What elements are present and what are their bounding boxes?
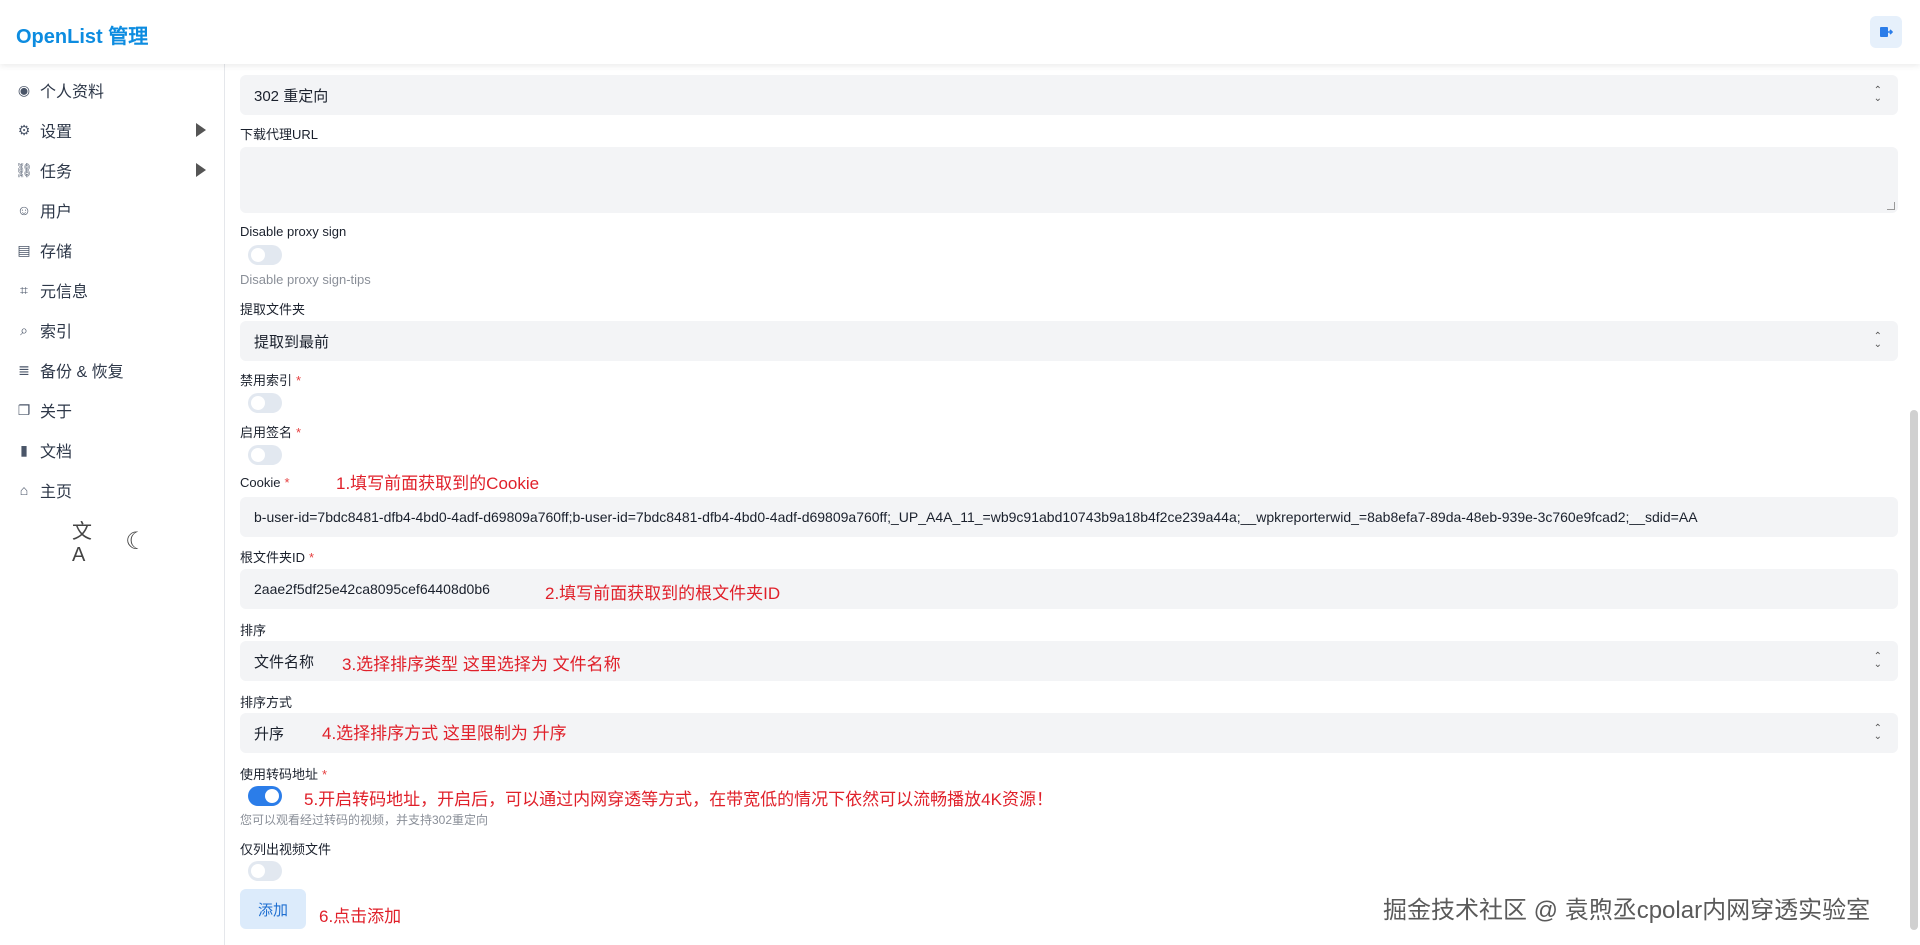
disable-index-toggle[interactable] [248, 393, 282, 413]
logout-icon [1880, 27, 1893, 37]
select-arrows-icon: ⌃ ⌄ [1873, 651, 1882, 670]
label-text: Cookie [240, 475, 281, 490]
disable-proxy-sign-label: Disable proxy sign [240, 224, 347, 239]
webdav-policy-select[interactable]: 302 重定向 ⌃ ⌄ [240, 75, 1898, 115]
sidebar: ◉ 个人资料 ⚙ 设置 ⛓ 任务 ☺ 用户 ▤ 存储 ⌗ 元信息 ⌕ 索引 ≣ … [0, 64, 225, 945]
sidebar-item-label: 备份 & 恢复 [40, 364, 124, 381]
transcode-toggle[interactable] [248, 786, 282, 806]
only-video-label: 仅列出视频文件 [240, 842, 332, 857]
top-header: OpenList 管理 [0, 0, 1920, 64]
user-circle-icon: ☺ [16, 202, 32, 218]
fingerprint-icon: ◉ [17, 81, 31, 98]
sidebar-item-tasks[interactable]: ⛓ 任务 [0, 150, 225, 190]
storage-icon: ▤ [17, 241, 31, 258]
select-arrows-icon: ⌃ ⌄ [1873, 331, 1882, 350]
copy-icon: ❐ [17, 401, 31, 418]
sidebar-item-label: 个人资料 [40, 84, 105, 101]
sidebar-item-index[interactable]: ⌕ 索引 [0, 310, 225, 350]
required-mark: * [322, 767, 328, 782]
sidebar-item-label: 元信息 [40, 284, 89, 301]
select-value: 升序 [254, 725, 285, 743]
sidebar-item-docs[interactable]: ▮ 文档 [0, 430, 225, 470]
annotation-3: 3.选择排序类型 这里选择为 文件名称 [342, 655, 621, 674]
only-video-toggle[interactable] [248, 861, 282, 881]
required-mark: * [296, 425, 302, 440]
transcode-label: 使用转码地址 * [240, 764, 327, 783]
chevron-right-icon [196, 163, 206, 177]
extract-folder-select[interactable]: 提取到最前 ⌃ ⌄ [240, 321, 1898, 361]
sidebar-item-users[interactable]: ☺ 用户 [0, 190, 225, 230]
extract-folder-label: 提取文件夹 [240, 302, 306, 317]
meta-icon: ⌗ [20, 281, 28, 298]
label-text: 启用签名 [240, 425, 293, 440]
enable-sign-toggle[interactable] [248, 445, 282, 465]
enable-sign-label: 启用签名 * [240, 422, 301, 441]
route-icon: ⛓ [15, 161, 33, 178]
sidebar-item-about[interactable]: ❐ 关于 [0, 390, 225, 430]
sidebar-item-label: 主页 [40, 484, 73, 501]
database-icon: ≣ [18, 361, 30, 378]
watermark: 掘金技术社区 @ 袁煦丞cpolar内网穿透实验室 [1383, 897, 1871, 924]
sidebar-item-meta[interactable]: ⌗ 元信息 [0, 270, 225, 310]
dark-mode-icon[interactable]: ☾ [121, 526, 151, 556]
sidebar-item-label: 文档 [40, 444, 73, 461]
cookie-input[interactable]: b-user-id=7bdc8481-dfb4-4bd0-4adf-d69809… [240, 497, 1898, 537]
order-by-label: 排序 [240, 623, 267, 638]
chevron-right-icon [196, 123, 206, 137]
toggle-knob [265, 789, 279, 803]
label-text: 禁用索引 [240, 373, 293, 388]
toggle-knob [251, 864, 265, 878]
toggle-knob [251, 448, 265, 462]
sidebar-item-label: 任务 [40, 164, 73, 181]
logout-button[interactable] [1870, 16, 1902, 48]
sidebar-item-label: 关于 [40, 404, 73, 421]
resize-grip-icon[interactable] [1887, 202, 1895, 210]
label-text: 根文件夹ID [240, 550, 306, 565]
book-icon: ▮ [20, 441, 28, 458]
home-icon: ⌂ [19, 482, 29, 498]
select-value: 302 重定向 [254, 87, 329, 105]
annotation-4: 4.选择排序方式 这里限制为 升序 [322, 724, 567, 743]
sidebar-item-label: 用户 [40, 204, 73, 221]
sidebar-item-settings[interactable]: ⚙ 设置 [0, 110, 225, 150]
required-mark: * [309, 550, 315, 565]
sidebar-item-label: 设置 [40, 124, 73, 141]
cookie-label: Cookie * [240, 475, 290, 490]
select-value: 提取到最前 [254, 333, 330, 351]
annotation-2: 2.填写前面获取到的根文件夹ID [545, 584, 781, 603]
sidebar-item-backup-restore[interactable]: ≣ 备份 & 恢复 [0, 350, 225, 390]
download-proxy-textarea[interactable] [240, 147, 1898, 213]
toggle-knob [251, 396, 265, 410]
annotation-6: 6.点击添加 [319, 907, 402, 926]
annotation-1: 1.填写前面获取到的Cookie [336, 474, 540, 493]
app-brand[interactable]: OpenList 管理 [16, 20, 148, 49]
sidebar-item-home[interactable]: ⌂ 主页 [0, 470, 225, 510]
search-icon: ⌕ [20, 321, 28, 338]
gear-icon: ⚙ [17, 121, 31, 138]
disable-index-label: 禁用索引 * [240, 370, 301, 389]
sidebar-item-label: 索引 [40, 324, 73, 341]
disable-proxy-sign-tip: Disable proxy sign-tips [240, 272, 371, 287]
page-scrollbar[interactable] [1910, 410, 1918, 930]
download-proxy-label: 下载代理URL [240, 127, 319, 142]
root-folder-label: 根文件夹ID * [240, 547, 314, 566]
sidebar-item-storage[interactable]: ▤ 存储 [0, 230, 225, 270]
label-text: 使用转码地址 [240, 767, 319, 782]
select-arrows-icon: ⌃ ⌄ [1873, 723, 1882, 742]
toggle-knob [251, 248, 265, 262]
add-button[interactable]: 添加 [240, 889, 306, 929]
root-folder-input[interactable]: 2aae2f5df25e42ca8095cef64408d0b6 [240, 569, 1898, 609]
required-mark: * [296, 373, 302, 388]
sidebar-item-label: 存储 [40, 244, 73, 261]
select-arrows-icon: ⌃ ⌄ [1873, 85, 1882, 104]
disable-proxy-sign-toggle[interactable] [248, 245, 282, 265]
annotation-5: 5.开启转码地址，开启后，可以通过内网穿透等方式，在带宽低的情况下依然可以流畅播… [304, 790, 1053, 809]
select-value: 文件名称 [254, 653, 315, 671]
order-direction-label: 排序方式 [240, 695, 293, 710]
translate-icon[interactable]: 文A [72, 521, 102, 566]
transcode-tip: 您可以观看经过转码的视频，并支持302重定向 [240, 813, 489, 827]
required-mark: * [284, 475, 290, 490]
sidebar-item-profile[interactable]: ◉ 个人资料 [0, 70, 225, 110]
